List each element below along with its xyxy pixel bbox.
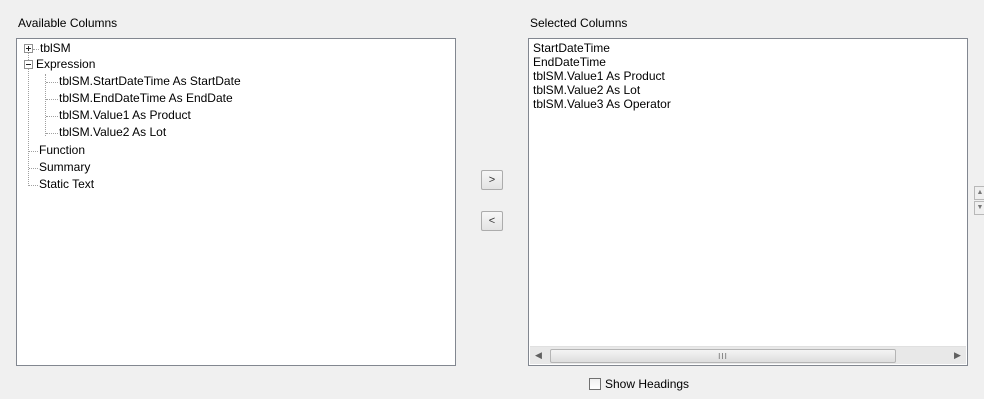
- tree-node-startdate[interactable]: tblSM.StartDateTime As StartDate: [59, 74, 241, 89]
- tree-node-function[interactable]: Function: [39, 143, 85, 158]
- add-column-button[interactable]: >: [481, 170, 503, 190]
- tree-node-summary[interactable]: Summary: [39, 160, 90, 175]
- scroll-grip: III: [718, 352, 728, 361]
- show-headings-label[interactable]: Show Headings: [605, 377, 689, 391]
- tree-node-lot[interactable]: tblSM.Value2 As Lot: [59, 125, 166, 140]
- horizontal-scrollbar[interactable]: ◀ III ▶: [530, 346, 966, 364]
- list-item[interactable]: tblSM.Value3 As Operator: [533, 98, 671, 111]
- list-item[interactable]: tblSM.Value2 As Lot: [533, 84, 640, 97]
- scroll-thumb[interactable]: III: [550, 349, 896, 363]
- tree-node-product[interactable]: tblSM.Value1 As Product: [59, 108, 191, 123]
- collapse-minus-icon[interactable]: [24, 60, 33, 69]
- tree-node-tblsm[interactable]: tblSM: [40, 41, 71, 56]
- move-up-icon[interactable]: ▲: [974, 186, 984, 200]
- show-headings-checkbox[interactable]: [589, 378, 601, 390]
- remove-column-button[interactable]: <: [481, 211, 503, 231]
- scroll-right-icon[interactable]: ▶: [949, 347, 966, 364]
- tree-node-enddate[interactable]: tblSM.EndDateTime As EndDate: [59, 91, 233, 106]
- tree-node-expression[interactable]: Expression: [36, 57, 95, 72]
- scroll-left-icon[interactable]: ◀: [530, 347, 547, 364]
- expand-plus-icon[interactable]: [24, 44, 33, 53]
- move-down-icon[interactable]: ▼: [974, 201, 984, 215]
- selected-columns-list[interactable]: StartDateTime EndDateTime tblSM.Value1 A…: [528, 38, 968, 366]
- list-item[interactable]: StartDateTime: [533, 42, 610, 55]
- selected-columns-label: Selected Columns: [530, 16, 628, 30]
- available-columns-tree[interactable]: tblSM Expression tblSM.StartDateTime As …: [16, 38, 456, 366]
- list-item[interactable]: tblSM.Value1 As Product: [533, 70, 665, 83]
- tree-node-static-text[interactable]: Static Text: [39, 177, 94, 192]
- available-columns-label: Available Columns: [18, 16, 118, 30]
- list-item[interactable]: EndDateTime: [533, 56, 606, 69]
